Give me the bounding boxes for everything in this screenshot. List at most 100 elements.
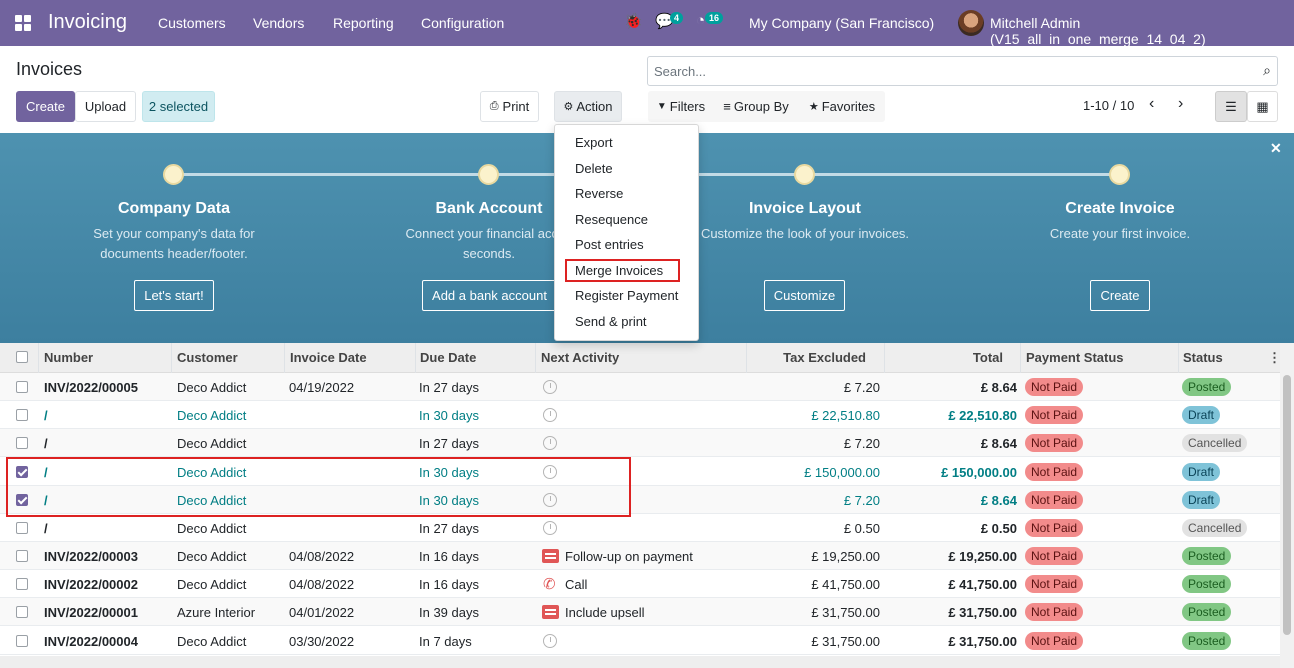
user-avatar[interactable] bbox=[958, 10, 984, 36]
customize-button[interactable]: Customize bbox=[764, 280, 845, 311]
payment-status-badge: Not Paid bbox=[1025, 378, 1084, 396]
menu-item-register-payment[interactable]: Register Payment bbox=[575, 288, 678, 303]
invoice-date: 04/08/2022 bbox=[289, 577, 355, 592]
filters-dropdown[interactable]: ▼ Filters bbox=[652, 91, 710, 122]
customer-name: Deco Addict bbox=[177, 436, 247, 451]
debug-bug-icon[interactable]: 🐞 bbox=[624, 12, 643, 30]
table-row[interactable]: / Deco Addict In 30 days £ 22,510.80 £ 22,51… bbox=[0, 401, 1280, 429]
table-row[interactable]: / Deco Addict In 27 days £ 0.50 £ 0.50 Not Pa… bbox=[0, 514, 1280, 542]
column-payment-status[interactable]: Payment Status bbox=[1026, 350, 1124, 365]
row-checkbox[interactable] bbox=[16, 381, 28, 393]
payment-status-badge: Not Paid bbox=[1025, 434, 1084, 452]
action-dropdown-menu: Export Delete Reverse Resequence Post en… bbox=[554, 124, 699, 341]
status-badge: Posted bbox=[1182, 547, 1232, 565]
search-icon[interactable]: ⌕ bbox=[1263, 62, 1271, 79]
row-checkbox[interactable] bbox=[16, 437, 28, 449]
invoice-number: INV/2022/00001 bbox=[44, 605, 138, 620]
menu-item-export[interactable]: Export bbox=[575, 135, 613, 150]
step-description: Set your company's data for documents hea… bbox=[93, 226, 255, 261]
user-menu[interactable]: Mitchell Admin (V15_all_in_one_merge_14_… bbox=[990, 15, 1294, 47]
upload-button[interactable]: Upload bbox=[75, 91, 136, 122]
row-checkbox[interactable] bbox=[16, 550, 28, 562]
step-description: Customize the look of your invoices. bbox=[700, 226, 910, 241]
row-checkbox[interactable] bbox=[16, 409, 28, 421]
phone-icon[interactable]: ✆ bbox=[543, 575, 556, 593]
row-checkbox[interactable] bbox=[16, 522, 28, 534]
activity-clock-icon[interactable] bbox=[543, 380, 557, 394]
table-row[interactable]: / Deco Addict In 27 days £ 7.20 £ 8.64 Not Pa… bbox=[0, 429, 1280, 457]
due-date: In 27 days bbox=[419, 436, 479, 451]
list-view-icon[interactable]: ☰ bbox=[1215, 91, 1247, 122]
status-badge: Posted bbox=[1182, 603, 1232, 621]
chat-count-badge: 4 bbox=[670, 12, 684, 24]
pager-previous-icon[interactable]: ‹ bbox=[1149, 95, 1154, 113]
invoice-number: INV/2022/00003 bbox=[44, 549, 138, 564]
table-row[interactable]: INV/2022/00002 Deco Addict 04/08/2022 In 16… bbox=[0, 570, 1280, 598]
table-row[interactable]: INV/2022/00005 Deco Addict 04/19/2022 In 27… bbox=[0, 373, 1280, 401]
close-banner-icon[interactable]: ✕ bbox=[1270, 140, 1282, 157]
company-switcher[interactable]: My Company (San Francisco) bbox=[749, 15, 934, 31]
table-row[interactable]: INV/2022/00001 Azure Interior 04/01/2022 In… bbox=[0, 598, 1280, 626]
favorites-label: Favorites bbox=[821, 99, 876, 114]
step-dot bbox=[794, 164, 815, 185]
tax-excluded: £ 31,750.00 bbox=[811, 605, 880, 620]
table-row[interactable]: INV/2022/00003 Deco Addict 04/08/2022 In 16… bbox=[0, 542, 1280, 570]
menu-item-delete[interactable]: Delete bbox=[575, 161, 613, 176]
groupby-dropdown[interactable]: ≡ Group By bbox=[718, 91, 794, 122]
activity-clock-icon[interactable]: ◔ bbox=[696, 12, 705, 29]
create-button[interactable]: Create bbox=[16, 91, 75, 122]
pager-next-icon[interactable]: › bbox=[1178, 95, 1183, 113]
menu-item-post-entries[interactable]: Post entries bbox=[575, 237, 644, 252]
row-checkbox[interactable] bbox=[16, 635, 28, 647]
menu-configuration[interactable]: Configuration bbox=[421, 15, 504, 31]
column-total[interactable]: Total bbox=[973, 350, 1003, 365]
action-button[interactable]: ⚙ Action bbox=[554, 91, 622, 122]
activity-clock-icon[interactable] bbox=[543, 521, 557, 535]
tax-excluded: £ 7.20 bbox=[843, 493, 880, 508]
step-description: Create your first invoice. bbox=[1049, 226, 1191, 241]
kanban-view-icon[interactable]: ▦ bbox=[1247, 91, 1278, 122]
favorites-dropdown[interactable]: ★ Favorites bbox=[804, 91, 880, 122]
status-badge: Cancelled bbox=[1182, 434, 1248, 452]
column-due-date[interactable]: Due Date bbox=[420, 350, 476, 365]
activity-todo-icon[interactable] bbox=[542, 549, 559, 563]
app-grid-icon[interactable] bbox=[15, 15, 31, 31]
row-checkbox[interactable] bbox=[16, 578, 28, 590]
row-checkbox[interactable] bbox=[16, 606, 28, 618]
tax-excluded: £ 0.50 bbox=[843, 521, 880, 536]
tax-excluded: £ 150,000.00 bbox=[804, 465, 880, 480]
activity-todo-icon[interactable] bbox=[542, 605, 559, 619]
due-date: In 39 days bbox=[419, 605, 479, 620]
total-amount: £ 31,750.00 bbox=[948, 634, 1017, 649]
column-number[interactable]: Number bbox=[44, 350, 93, 365]
add-bank-account-button[interactable]: Add a bank account bbox=[422, 280, 557, 311]
selected-rows-highlight bbox=[6, 457, 631, 517]
search-input[interactable] bbox=[654, 64, 1234, 79]
table-row[interactable]: INV/2022/00004 Deco Addict 03/30/2022 In 7 … bbox=[0, 627, 1280, 655]
app-name[interactable]: Invoicing bbox=[48, 11, 127, 34]
menu-vendors[interactable]: Vendors bbox=[253, 15, 304, 31]
menu-item-reverse[interactable]: Reverse bbox=[575, 186, 623, 201]
lets-start-button[interactable]: Let's start! bbox=[134, 280, 214, 311]
groupby-icon: ≡ bbox=[723, 99, 731, 114]
column-status[interactable]: Status bbox=[1183, 350, 1223, 365]
menu-customers[interactable]: Customers bbox=[158, 15, 226, 31]
pager-value[interactable]: 1-10 / 10 bbox=[1083, 98, 1134, 113]
activity-clock-icon[interactable] bbox=[543, 436, 557, 450]
column-customer[interactable]: Customer bbox=[177, 350, 238, 365]
menu-item-resequence[interactable]: Resequence bbox=[575, 212, 648, 227]
select-all-checkbox[interactable] bbox=[16, 351, 28, 363]
menu-item-send-print[interactable]: Send & print bbox=[575, 314, 647, 329]
activity-clock-icon[interactable] bbox=[543, 634, 557, 648]
status-badge: Posted bbox=[1182, 575, 1232, 593]
column-next-activity[interactable]: Next Activity bbox=[541, 350, 619, 365]
status-badge: Posted bbox=[1182, 632, 1232, 650]
payment-status-badge: Not Paid bbox=[1025, 547, 1084, 565]
column-tax-excluded[interactable]: Tax Excluded bbox=[783, 350, 866, 365]
activity-clock-icon[interactable] bbox=[543, 408, 557, 422]
scrollbar-thumb[interactable] bbox=[1283, 375, 1291, 635]
print-button[interactable]: ⎙ Print bbox=[480, 91, 539, 122]
menu-reporting[interactable]: Reporting bbox=[333, 15, 394, 31]
create-invoice-button[interactable]: Create bbox=[1090, 280, 1150, 311]
column-invoice-date[interactable]: Invoice Date bbox=[290, 350, 367, 365]
